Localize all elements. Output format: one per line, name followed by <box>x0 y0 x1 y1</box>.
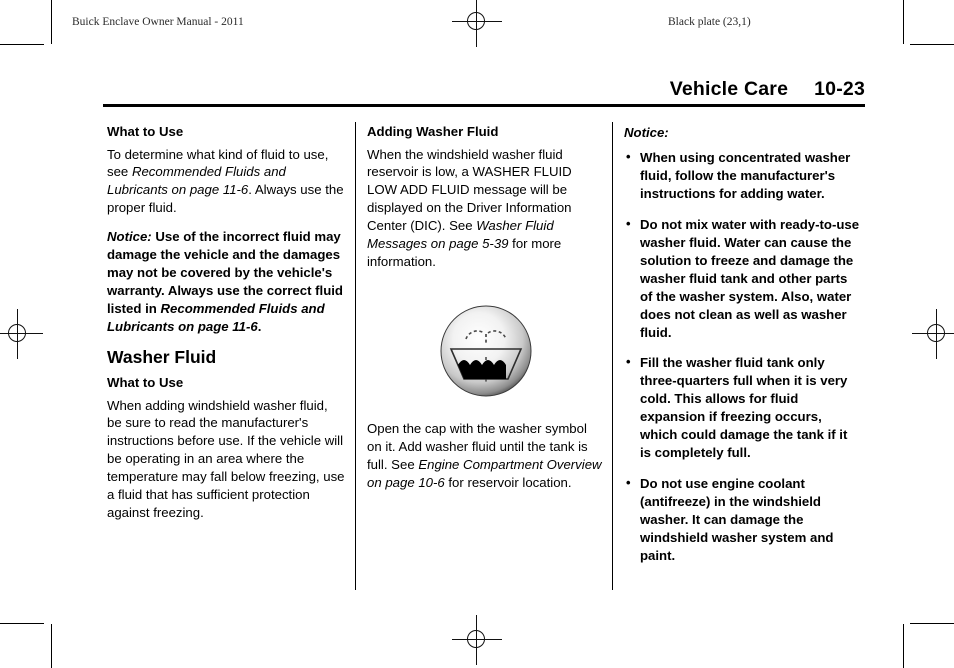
column-divider-1 <box>355 122 356 590</box>
heading-adding-washer-fluid: Adding Washer Fluid <box>367 124 499 139</box>
registration-mark-bottom <box>449 612 505 668</box>
section-title-bar: Vehicle Care 10-23 <box>103 78 865 107</box>
running-head-left: Buick Enclave Owner Manual - 2011 <box>72 16 244 28</box>
heading-what-to-use: What to Use <box>107 124 184 139</box>
notice-label: Notice: <box>107 229 152 245</box>
registration-mark-top <box>449 0 505 50</box>
page-number: 10-23 <box>814 78 865 100</box>
column-1: What to Use To determine what kind of fl… <box>107 124 345 533</box>
bullet-glyph: • <box>626 354 631 370</box>
bullet-glyph: • <box>626 215 631 231</box>
list-item: • When using concentrated washer fluid, … <box>624 149 862 203</box>
notice-heading: Notice: <box>624 124 862 142</box>
section-title: Vehicle Care <box>669 78 789 100</box>
crop-mark-top-left-vertical <box>51 0 52 44</box>
paragraph-what-to-use: To determine what kind of fluid to use, … <box>107 146 345 218</box>
column-2: Adding Washer Fluid When the windshield … <box>367 124 605 503</box>
figure-washer-fluid-cap <box>367 303 605 404</box>
list-item-text: When using concentrated washer fluid, fo… <box>640 149 851 201</box>
text-segment: for reservoir location. <box>444 475 572 491</box>
column-divider-2 <box>612 122 613 590</box>
column-3: Notice: • When using concentrated washer… <box>624 124 862 578</box>
crop-mark-bottom-left-horizontal <box>0 623 44 624</box>
heading-what-to-use-2: What to Use <box>107 375 184 391</box>
notice-bullet-list: • When using concentrated washer fluid, … <box>624 149 862 565</box>
crop-mark-bottom-right-vertical <box>903 624 904 668</box>
text-segment: . <box>257 319 262 335</box>
heading-washer-fluid: Washer Fluid <box>107 347 217 368</box>
manual-page: Buick Enclave Owner Manual - 2011 Black … <box>0 0 954 668</box>
registration-mark-left <box>0 306 46 362</box>
list-item: • Do not use engine coolant (antifreeze)… <box>624 475 862 565</box>
notice-label: Notice: <box>624 125 669 140</box>
crop-mark-top-left-horizontal <box>0 44 44 45</box>
crop-mark-bottom-left-vertical <box>51 624 52 668</box>
paragraph-adding-washer-fluid: When the windshield washer fluid reservo… <box>367 146 605 272</box>
list-item-text: Do not use engine coolant (antifreeze) i… <box>640 476 834 564</box>
registration-mark-right <box>909 306 954 362</box>
list-item-text: Do not mix water with ready-to-use washe… <box>640 216 860 340</box>
list-item-text: Fill the washer fluid tank only three-qu… <box>640 355 848 461</box>
running-head-right: Black plate (23,1) <box>668 16 751 28</box>
bullet-glyph: • <box>626 475 631 491</box>
crop-mark-top-right-horizontal <box>910 44 954 45</box>
crop-mark-top-right-vertical <box>903 0 904 44</box>
crop-mark-bottom-right-horizontal <box>910 623 954 624</box>
notice-block-fluid: Notice: Use of the incorrect fluid may d… <box>107 228 345 336</box>
washer-fluid-cap-symbol-icon <box>440 305 532 397</box>
bullet-glyph: • <box>626 148 631 164</box>
list-item: • Fill the washer fluid tank only three-… <box>624 354 862 462</box>
figure-caption-washer-cap: Open the cap with the washer symbol on i… <box>367 420 605 492</box>
paragraph-washer-fluid-what-to-use: When adding windshield washer fluid, be … <box>107 397 345 521</box>
list-item: • Do not mix water with ready-to-use was… <box>624 216 862 342</box>
